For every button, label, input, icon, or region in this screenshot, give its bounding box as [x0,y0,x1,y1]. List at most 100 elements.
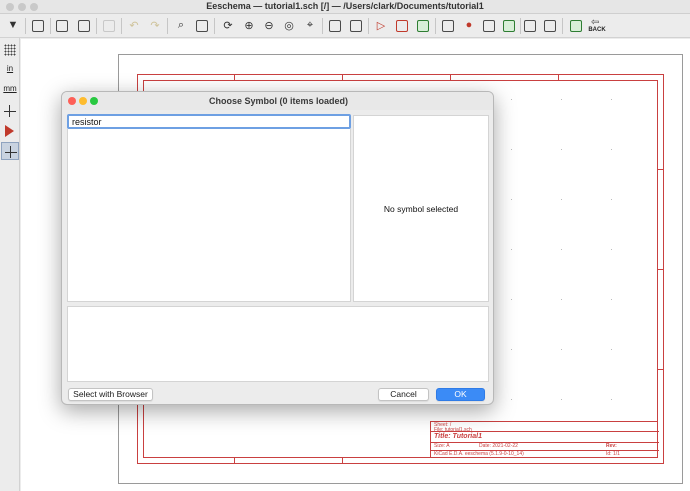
toggle-grid-button[interactable] [1,41,19,59]
left-toolbar: in mm [0,38,20,491]
frame-tick [450,74,451,80]
frame-tick [342,74,343,80]
preview-status-text: No symbol selected [383,204,459,214]
symbol-editor-button[interactable]: ▷ [372,17,390,35]
erc-button[interactable]: ● [460,17,478,35]
redraw-button[interactable]: ⟳ [219,17,237,35]
table-icon [524,20,536,32]
toolbar-separator [96,18,97,34]
toolbar-separator [214,18,215,34]
title-block-rev: Rev: [606,443,617,449]
grid-dot [511,349,512,350]
ok-button[interactable]: OK [436,388,485,401]
wire-angle-icon [5,146,17,158]
title-block-divider [431,442,659,443]
back-label: BACK [588,27,606,33]
redo-button[interactable]: ↷ [146,17,164,35]
grid-dot [611,149,612,150]
window-title: Eeschema — tutorial1.sch [/] — /Users/cl… [206,1,484,11]
redo-icon: ↷ [150,20,160,32]
plotter-icon [78,20,90,32]
symbol-details-pane [67,306,489,382]
fields-table-button[interactable] [521,17,539,35]
grid-dot [511,149,512,150]
frame-tick [234,458,235,464]
toolbar-separator [562,18,563,34]
paste-button[interactable] [100,17,118,35]
plot-button[interactable] [75,17,93,35]
frame-tick [658,169,664,170]
dialog-title: Choose Symbol (0 items loaded) [208,96,349,106]
symbol-preview-pane: No symbol selected [353,115,489,302]
bus-wire-angle-button[interactable] [1,142,19,160]
zoom-fit-button[interactable]: ◎ [280,17,298,35]
zoom-in-button[interactable]: ⊕ [240,17,258,35]
grid-dot [511,399,512,400]
grid-dot [511,99,512,100]
grid-dot [611,99,612,100]
title-block-title: Title: Tutorial1 [434,433,482,440]
grid-dot [561,99,562,100]
hidden-pins-icon [5,125,14,137]
sheet-icon [32,20,44,32]
bom-icon [544,20,556,32]
symbol-library-browser-button[interactable] [393,17,411,35]
pcbnew-button[interactable] [567,17,585,35]
units-inch-label: in [6,64,14,73]
bom-button[interactable] [541,17,559,35]
title-block-date: Date: 2021-02-22 [479,443,518,449]
toolbar-separator [121,18,122,34]
grid-dot [511,249,512,250]
zoom-in-icon: ⊕ [244,20,254,32]
annotate-button[interactable] [439,17,457,35]
find-replace-icon [196,20,208,32]
undo-icon: ↶ [129,20,139,32]
grid-icon [4,44,16,56]
back-annotate-button[interactable]: ⇦ BACK [587,16,607,36]
grid-dot [611,399,612,400]
grid-dot [611,349,612,350]
netlist-icon [503,20,515,32]
window-titlebar: Eeschema — tutorial1.sch [/] — /Users/cl… [0,0,690,14]
leave-sheet-button[interactable] [347,17,365,35]
cursor-shape-button[interactable] [1,102,19,120]
toolbar-separator [368,18,369,34]
cancel-button[interactable]: Cancel [378,388,429,401]
hierarchy-navigator-button[interactable] [326,17,344,35]
frame-tick [558,74,559,80]
grid-dot [561,199,562,200]
hidden-pins-button[interactable] [1,122,19,140]
grid-dot [561,299,562,300]
units-inch-button[interactable]: in [1,61,19,79]
netlist-button[interactable] [500,17,518,35]
assign-footprints-button[interactable] [480,17,498,35]
zoom-fit-icon: ◎ [284,20,294,32]
find-icon: ⌕ [177,19,185,31]
zoom-out-icon: ⊖ [264,20,274,32]
zoom-out-button[interactable]: ⊖ [260,17,278,35]
print-button[interactable] [53,17,71,35]
zoom-selection-button[interactable]: ⌖ [301,17,319,35]
grid-dot [561,399,562,400]
footprint-icon [417,20,429,32]
frame-tick [342,458,343,464]
assign-footprints-icon [483,20,495,32]
units-mm-button[interactable]: mm [1,81,19,99]
select-with-browser-button[interactable]: Select with Browser [68,388,153,401]
symbol-search-input[interactable] [67,114,351,129]
refresh-icon: ⟳ [223,20,233,32]
leave-sheet-icon [350,20,362,32]
pcb-icon [570,20,582,32]
ladybug-icon: ● [465,19,473,31]
undo-button[interactable]: ↶ [125,17,143,35]
new-sheet-button[interactable] [29,17,47,35]
symbol-tree-list[interactable] [67,129,351,302]
schematic-setup-button[interactable]: ▼ [4,17,22,35]
find-replace-button[interactable] [193,17,211,35]
grid-dot [561,349,562,350]
printer-icon [56,20,68,32]
footprint-editor-button[interactable] [414,17,432,35]
library-browser-icon [396,20,408,32]
frame-tick [658,369,664,370]
find-button[interactable]: ⌕ [172,17,190,35]
